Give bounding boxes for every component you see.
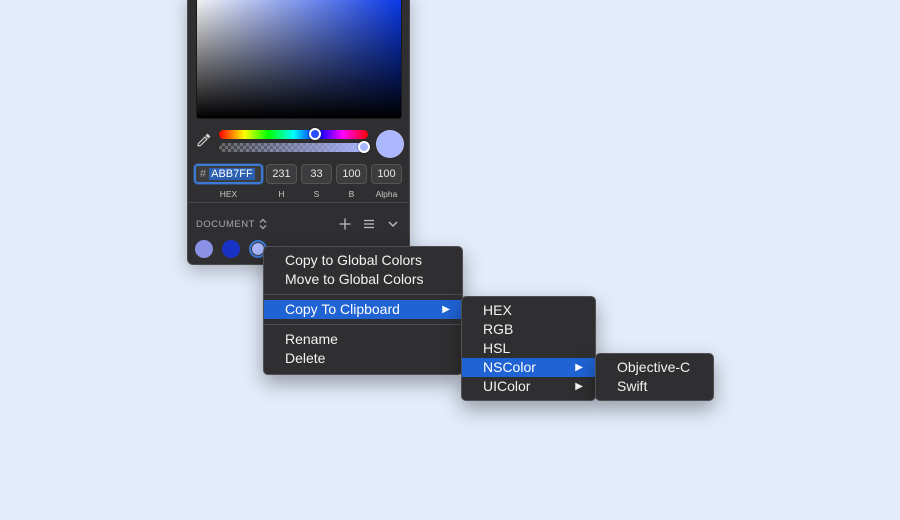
saturation-brightness-area[interactable] [196,0,402,119]
chevron-down-icon[interactable] [386,217,400,231]
clipboard-submenu: HEX RGB HSL NSColor ▶ UIColor ▶ [461,296,596,401]
list-icon[interactable] [362,217,376,231]
menu-item-label: UIColor [483,378,531,394]
menu-item-copy-to-global[interactable]: Copy to Global Colors [264,251,462,270]
menu-item-copy-to-clipboard[interactable]: Copy To Clipboard ▶ [264,300,462,319]
hue-slider-knob[interactable] [309,128,321,140]
submenu-item-rgb[interactable]: RGB [462,320,595,339]
menu-item-rename[interactable]: Rename [264,330,462,349]
menu-item-move-to-global[interactable]: Move to Global Colors [264,270,462,289]
submenu-item-objective-c[interactable]: Objective-C [596,358,713,377]
submenu-arrow-icon: ▶ [442,304,450,315]
color-picker-panel: # ABB7FF 231 33 100 100 HEX H S B Alpha … [187,0,410,265]
hex-field[interactable]: # ABB7FF [194,164,263,184]
s-label: S [313,189,320,199]
s-field[interactable]: 33 [301,164,332,184]
menu-separator [264,324,462,325]
palette-selector[interactable]: DOCUMENT [196,218,267,230]
menu-separator [264,294,462,295]
submenu-item-hsl[interactable]: HSL [462,339,595,358]
menu-item-label: Copy To Clipboard [285,301,400,317]
submenu-item-uicolor[interactable]: UIColor ▶ [462,377,595,396]
palette-label: DOCUMENT [196,218,255,230]
h-label: H [278,189,285,199]
submenu-arrow-icon: ▶ [575,381,583,392]
b-label: B [348,189,355,199]
alpha-slider[interactable] [219,141,370,153]
hex-label: HEX [219,189,238,199]
submenu-item-swift[interactable]: Swift [596,377,713,396]
section-divider [188,202,409,203]
hex-value: ABB7FF [209,168,255,180]
alpha-label: Alpha [375,189,398,199]
hue-slider[interactable] [219,128,368,140]
context-menu: Copy to Global Colors Move to Global Col… [263,246,463,375]
alpha-field[interactable]: 100 [371,164,402,184]
menu-item-delete[interactable]: Delete [264,349,462,368]
add-icon[interactable] [338,217,352,231]
hex-prefix: # [200,168,207,180]
current-color-swatch [376,130,404,158]
alpha-slider-knob[interactable] [358,141,370,153]
submenu-arrow-icon: ▶ [575,362,583,373]
b-field[interactable]: 100 [336,164,367,184]
eyedropper-icon[interactable] [196,132,212,148]
submenu-item-nscolor[interactable]: NSColor ▶ [462,358,595,377]
nscolor-submenu: Objective-C Swift [595,353,714,401]
palette-swatch-1[interactable] [195,240,213,258]
h-field[interactable]: 231 [266,164,297,184]
updown-chevron-icon [259,218,267,230]
submenu-item-hex[interactable]: HEX [462,301,595,320]
menu-item-label: NSColor [483,359,536,375]
palette-swatch-2[interactable] [222,240,240,258]
